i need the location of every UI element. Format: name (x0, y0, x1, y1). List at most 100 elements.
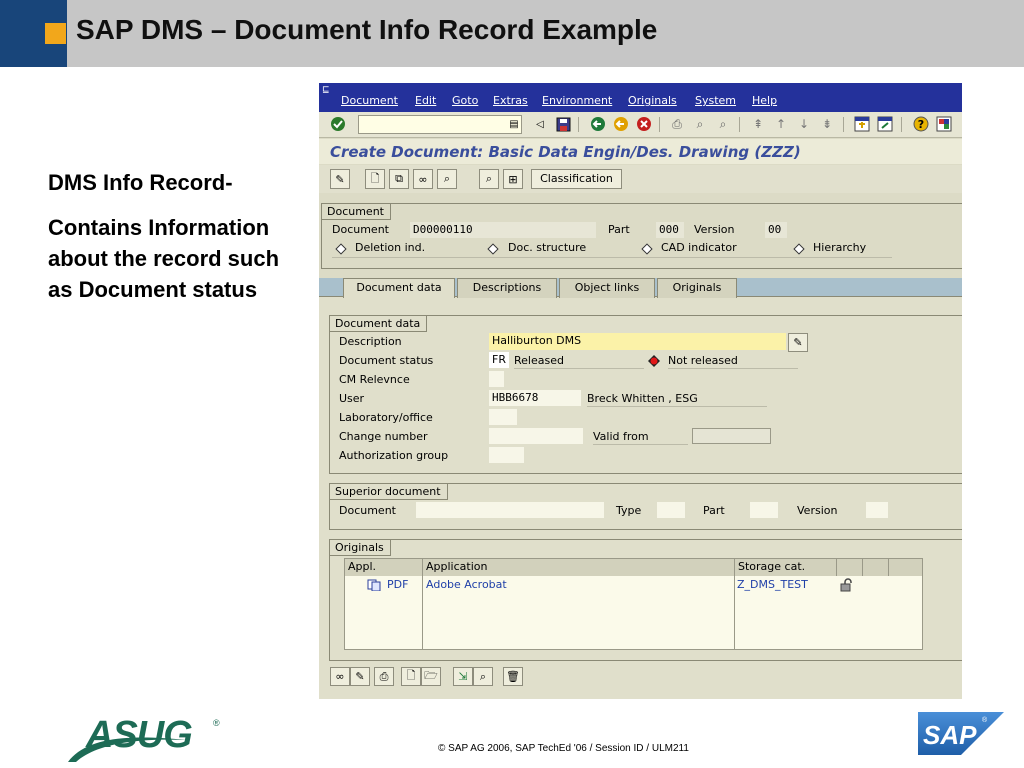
document-label: Document (332, 223, 389, 236)
col-appl[interactable]: Appl. (345, 559, 423, 576)
cancel-icon[interactable] (635, 115, 653, 133)
left-body: Contains Information about the record su… (48, 215, 280, 302)
original-storage-cat[interactable]: Z_DMS_TEST (737, 578, 808, 591)
originals-title: Originals (330, 540, 391, 556)
open-folder-icon[interactable]: 🗁 (421, 667, 441, 686)
layout-menu-icon[interactable] (935, 115, 953, 133)
description-field[interactable]: Halliburton DMS (489, 333, 786, 350)
new-original-icon[interactable]: 🗋 (401, 667, 421, 686)
col-storage-cat[interactable]: Storage cat. (735, 559, 837, 576)
tab-originals[interactable]: Originals (657, 278, 737, 298)
superior-document-frame: Superior document Document Type Part Ver… (329, 483, 962, 530)
menu-document[interactable]: Document (341, 94, 398, 107)
long-text-edit-icon[interactable]: ✎ (788, 333, 808, 352)
tab-object-links[interactable]: Object links (559, 278, 655, 298)
change-number-field[interactable] (489, 428, 583, 444)
command-history-icon[interactable]: ▤ (507, 116, 521, 132)
laboratory-office-label: Laboratory/office (339, 411, 433, 424)
superior-document-field[interactable] (416, 502, 604, 518)
col-extra-1 (837, 559, 863, 576)
save-icon[interactable] (554, 115, 572, 133)
superior-type-field[interactable] (657, 502, 685, 518)
trash-icon[interactable]: 🗑 (503, 667, 523, 686)
back-icon[interactable] (589, 115, 607, 133)
exit-icon[interactable] (612, 115, 630, 133)
pencil-icon[interactable]: ✎ (350, 667, 370, 686)
menu-extras[interactable]: Extras (493, 94, 528, 107)
classification-button[interactable]: Classification (531, 169, 622, 189)
command-field[interactable] (358, 115, 522, 134)
cad-indicator-radio[interactable] (641, 243, 653, 255)
col-extra-2 (863, 559, 889, 576)
menu-goto[interactable]: Goto (452, 94, 478, 107)
display-original-icon[interactable]: ∞ (330, 667, 350, 686)
print-original-icon[interactable]: ⎙ (374, 667, 394, 686)
superior-part-field[interactable] (750, 502, 778, 518)
valid-from-field[interactable] (692, 428, 771, 444)
menu-edit[interactable]: Edit (415, 94, 436, 107)
document-status-text: Released (514, 354, 564, 367)
document-number-field[interactable]: D00000110 (410, 222, 596, 238)
original-application[interactable]: Adobe Acrobat (426, 578, 507, 591)
originals-toolbar: ∞ ✎ ⎙ 🗋 🗁 ⇲ ⌕ 🗑 (319, 667, 962, 695)
hierarchy-label: Hierarchy (813, 241, 867, 254)
checkin-icon[interactable]: ⇲ (453, 667, 473, 686)
part-field[interactable]: 000 (656, 222, 684, 238)
shortcut-icon[interactable] (876, 115, 894, 133)
original-appl[interactable]: PDF (387, 578, 408, 591)
first-page-icon[interactable]: ⇞ (749, 115, 767, 133)
deletion-ind-label: Deletion ind. (355, 241, 426, 254)
authorization-group-field[interactable] (489, 447, 524, 463)
superior-version-field[interactable] (866, 502, 888, 518)
toolbar-separator (739, 117, 740, 132)
toolbar-separator (578, 117, 579, 132)
find-next-icon[interactable]: ⌕ (714, 115, 732, 133)
display-icon[interactable]: ∞ (413, 169, 433, 189)
tab-descriptions[interactable]: Descriptions (457, 278, 557, 298)
tab-document-data[interactable]: Document data (343, 278, 455, 298)
new-icon[interactable]: 🗋 (365, 169, 385, 189)
application-toolbar: ✎ 🗋 ⧉ ∞ ⌕ ⌕ ⊞ Classification (319, 165, 962, 193)
asug-logo-text: ASUG (86, 714, 193, 756)
edit-icon[interactable]: ✎ (330, 169, 350, 189)
next-page-icon[interactable]: ↓ (795, 115, 813, 133)
last-page-icon[interactable]: ⇟ (818, 115, 836, 133)
laboratory-office-field[interactable] (489, 409, 517, 425)
hierarchy-radio[interactable] (793, 243, 805, 255)
superior-type-label: Type (616, 504, 642, 517)
copy-icon[interactable]: ⧉ (389, 169, 409, 189)
description-label: Description (339, 335, 402, 348)
binoculars-icon[interactable]: ⌕ (437, 169, 457, 189)
view-original-icon[interactable]: ⌕ (473, 667, 493, 686)
col-application[interactable]: Application (423, 559, 735, 576)
deletion-ind-radio[interactable] (335, 243, 347, 255)
menu-help[interactable]: Help (752, 94, 777, 107)
zoom-icon[interactable]: ⌕ (479, 169, 499, 189)
print-icon[interactable]: ⎙ (668, 115, 686, 133)
create-session-icon[interactable] (853, 115, 871, 133)
menu-environment[interactable]: Environment (542, 94, 612, 107)
document-status-code[interactable]: FR (489, 352, 509, 368)
previous-page-icon[interactable]: ↑ (772, 115, 790, 133)
footer-copyright: © SAP AG 2006, SAP TechEd '06 / Session … (438, 743, 689, 754)
help-icon[interactable]: ? (912, 115, 930, 133)
divider (514, 368, 644, 369)
version-field[interactable]: 00 (765, 222, 787, 238)
lock-icon[interactable] (839, 578, 855, 592)
window-menu-icon[interactable]: ⊑ (322, 85, 334, 95)
toolbar-separator (659, 117, 660, 132)
prev-icon[interactable]: ◁ (531, 115, 549, 133)
find-icon[interactable]: ⌕ (691, 115, 709, 133)
menu-originals[interactable]: Originals (628, 94, 677, 107)
user-field[interactable]: HBB6678 (489, 390, 581, 406)
divider (332, 257, 892, 258)
doc-structure-radio[interactable] (487, 243, 499, 255)
superior-version-label: Version (797, 504, 838, 517)
hierarchy-icon[interactable]: ⊞ (503, 169, 523, 189)
cm-relevance-field[interactable] (489, 371, 504, 387)
check-icon[interactable] (329, 115, 347, 133)
menu-system[interactable]: System (695, 94, 736, 107)
screen-title: Create Document: Basic Data Engin/Des. D… (330, 143, 801, 161)
asug-logo: ASUG ® (66, 712, 226, 762)
superior-document-label: Document (339, 504, 396, 517)
